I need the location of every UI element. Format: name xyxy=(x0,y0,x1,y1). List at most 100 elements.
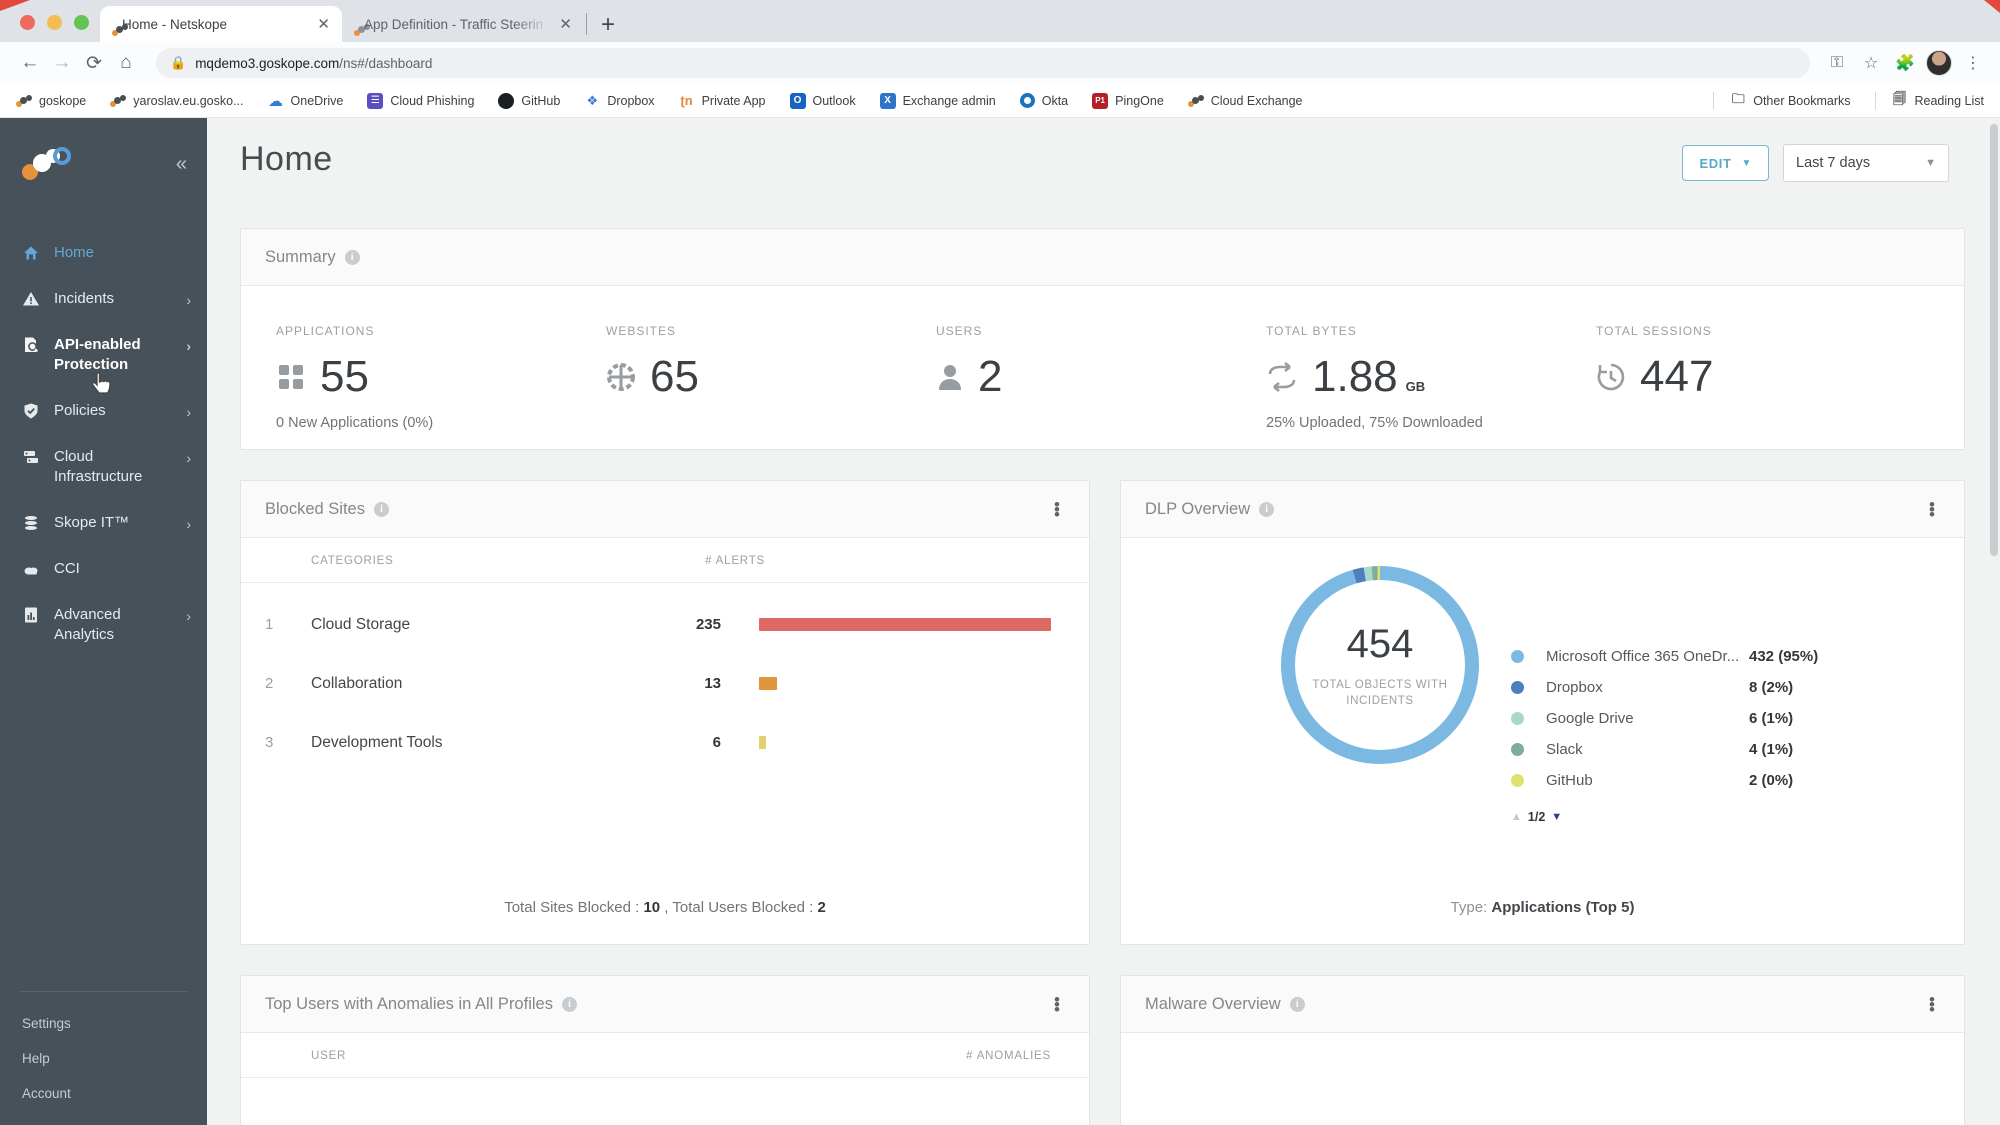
dlp-overview-panel: DLP Overview i • • • 454 TOTAL OBJECTS WITH… xyxy=(1120,480,1965,945)
bookmark-cloud-exchange[interactable]: Cloud Exchange xyxy=(1187,93,1303,109)
column-header-user: USER xyxy=(311,1050,347,1062)
grid-document-icon: ☰ xyxy=(367,92,384,109)
forward-button[interactable]: → xyxy=(46,47,78,79)
window-controls xyxy=(20,15,89,30)
recording-corner-marker xyxy=(1984,0,2000,13)
legend-page-up-icon[interactable]: ▲ xyxy=(1511,811,1522,823)
stat-users: USERS 2 xyxy=(936,324,1003,401)
scrollbar-thumb[interactable] xyxy=(1990,124,1998,556)
blocked-sites-title: Blocked Sites i xyxy=(265,500,389,519)
chevron-down-icon: ▼ xyxy=(1741,157,1752,169)
bookmark-onedrive[interactable]: ☁ OneDrive xyxy=(268,93,343,110)
sidebar-item-account[interactable]: Account xyxy=(0,1076,207,1111)
extensions-puzzle-icon[interactable]: 🧩 xyxy=(1892,53,1918,73)
legend-item[interactable]: Microsoft Office 365 OneDr... 432 (95%) xyxy=(1511,641,1921,672)
bookmark-outlook[interactable]: O Outlook xyxy=(789,92,856,109)
bookmark-cloud-phishing[interactable]: ☰ Cloud Phishing xyxy=(367,92,474,109)
password-key-icon[interactable]: ⚿ xyxy=(1824,54,1850,72)
info-icon[interactable]: i xyxy=(1289,996,1305,1012)
legend-item[interactable]: Google Drive 6 (1%) xyxy=(1511,703,1921,734)
new-tab-button[interactable]: + xyxy=(601,13,615,37)
panel-menu-icon[interactable]: • • • xyxy=(1924,496,1940,523)
app-grid-icon xyxy=(276,362,306,392)
github-icon xyxy=(498,92,515,109)
tab-title: App Definition - Traffic Steerin xyxy=(364,16,544,32)
warning-triangle-icon xyxy=(22,290,40,308)
bookmark-star-icon[interactable]: ☆ xyxy=(1858,53,1884,73)
table-row[interactable]: 1 Cloud Storage 235 xyxy=(241,595,1089,654)
bookmark-github[interactable]: GitHub xyxy=(498,92,560,109)
minimize-window-button[interactable] xyxy=(47,15,62,30)
edit-button[interactable]: EDIT ▼ xyxy=(1682,145,1769,181)
back-button[interactable]: ← xyxy=(14,47,46,79)
close-tab-icon[interactable]: ✕ xyxy=(559,15,572,33)
sidebar-item-incidents[interactable]: Incidents › xyxy=(0,276,207,322)
malware-overview-title: Malware Overview i xyxy=(1145,995,1305,1014)
dropbox-icon: ❖ xyxy=(586,92,599,108)
blocked-sites-panel: Blocked Sites i • • • CATEGORIES # ALERTS 1… xyxy=(240,480,1090,945)
sidebar-nav: « Home Incidents › API-enabled Protectio… xyxy=(0,118,207,1125)
database-icon xyxy=(22,514,40,532)
netskope-icon xyxy=(110,93,127,109)
mouse-cursor xyxy=(88,370,114,398)
alert-bar xyxy=(759,677,778,690)
main-content: Home EDIT ▼ Last 7 days ▼ Summary i APPL… xyxy=(207,118,2000,1125)
alert-bar xyxy=(759,618,1051,631)
bookmark-goskope[interactable]: goskope xyxy=(16,93,86,109)
reload-button[interactable]: ⟳ xyxy=(78,47,110,79)
other-bookmarks-button[interactable]: 🗀 Other Bookmarks xyxy=(1730,91,1851,109)
legend-item[interactable]: Slack 4 (1%) xyxy=(1511,734,1921,765)
sidebar-item-help[interactable]: Help xyxy=(0,1041,207,1076)
table-row[interactable]: 3 Development Tools 6 xyxy=(241,713,1089,772)
home-button[interactable]: ⌂ xyxy=(110,47,142,79)
sidebar-item-advanced-analytics[interactable]: Advanced Analytics › xyxy=(0,592,207,658)
info-icon[interactable]: i xyxy=(373,501,389,517)
sidebar-item-settings[interactable]: Settings xyxy=(0,1006,207,1041)
sidebar-collapse-icon[interactable]: « xyxy=(176,153,187,176)
bookmark-pingone[interactable]: P1 PingOne xyxy=(1092,92,1164,109)
bookmark-private-app[interactable]: ʈn Private App xyxy=(679,93,765,109)
outlook-icon: O xyxy=(789,92,806,109)
browser-menu-icon[interactable]: ⋮ xyxy=(1960,53,1986,73)
private-app-icon: ʈn xyxy=(680,93,693,108)
tab-app-definition[interactable]: App Definition - Traffic Steerin ✕ xyxy=(342,6,584,42)
reading-list-button[interactable]: 🗐 Reading List xyxy=(1892,91,1984,109)
close-tab-icon[interactable]: ✕ xyxy=(317,15,330,33)
bookmark-exchange-admin[interactable]: X Exchange admin xyxy=(879,92,996,109)
bookmark-dropbox[interactable]: ❖ Dropbox xyxy=(584,93,654,109)
legend-item[interactable]: GitHub 2 (0%) xyxy=(1511,765,1921,796)
tab-home-netskope[interactable]: Home - Netskope ✕ xyxy=(100,6,342,42)
browser-chrome: Home - Netskope ✕ App Definition - Traff… xyxy=(0,0,2000,118)
maximize-window-button[interactable] xyxy=(74,15,89,30)
legend-item[interactable]: Dropbox 8 (2%) xyxy=(1511,672,1921,703)
chevron-right-icon: › xyxy=(186,608,191,624)
panel-menu-icon[interactable]: • • • xyxy=(1049,496,1065,523)
table-row[interactable]: 2 Collaboration 13 xyxy=(241,654,1089,713)
address-bar[interactable]: 🔒 mqdemo3.goskope.com/ns#/dashboard xyxy=(156,48,1810,78)
sidebar-item-cloud-infrastructure[interactable]: Cloud Infrastructure › xyxy=(0,434,207,500)
info-icon[interactable]: i xyxy=(344,249,360,265)
blocked-sites-footer: Total Sites Blocked : 10 , Total Users B… xyxy=(504,899,826,916)
panel-menu-icon[interactable]: • • • xyxy=(1924,991,1940,1018)
pingone-icon: P1 xyxy=(1092,92,1109,109)
chevron-right-icon: › xyxy=(186,450,191,466)
page-scrollbar[interactable] xyxy=(1988,118,1998,1125)
profile-avatar[interactable] xyxy=(1926,50,1952,76)
dlp-legend: Microsoft Office 365 OneDr... 432 (95%) … xyxy=(1511,641,1921,824)
legend-dot xyxy=(1511,650,1524,663)
info-icon[interactable]: i xyxy=(1259,501,1275,517)
date-range-select[interactable]: Last 7 days ▼ xyxy=(1783,144,1949,182)
close-window-button[interactable] xyxy=(20,15,35,30)
sidebar-item-home[interactable]: Home xyxy=(0,230,207,276)
info-icon[interactable]: i xyxy=(561,996,577,1012)
bookmark-yaroslav[interactable]: yaroslav.eu.gosko... xyxy=(110,93,244,109)
browser-toolbar: ← → ⟳ ⌂ 🔒 mqdemo3.goskope.com/ns#/dashbo… xyxy=(0,42,2000,84)
panel-menu-icon[interactable]: • • • xyxy=(1049,991,1065,1018)
netskope-icon xyxy=(16,93,32,109)
sidebar-item-cci[interactable]: CCI xyxy=(0,546,207,592)
bookmark-okta[interactable]: Okta xyxy=(1019,93,1068,108)
sidebar-item-skope-it[interactable]: Skope IT™ › xyxy=(0,500,207,546)
legend-page-down-icon[interactable]: ▼ xyxy=(1551,811,1562,823)
stat-total-sessions: TOTAL SESSIONS 447 xyxy=(1596,324,1714,401)
top-users-anomalies-panel: Top Users with Anomalies in All Profiles… xyxy=(240,975,1090,1125)
